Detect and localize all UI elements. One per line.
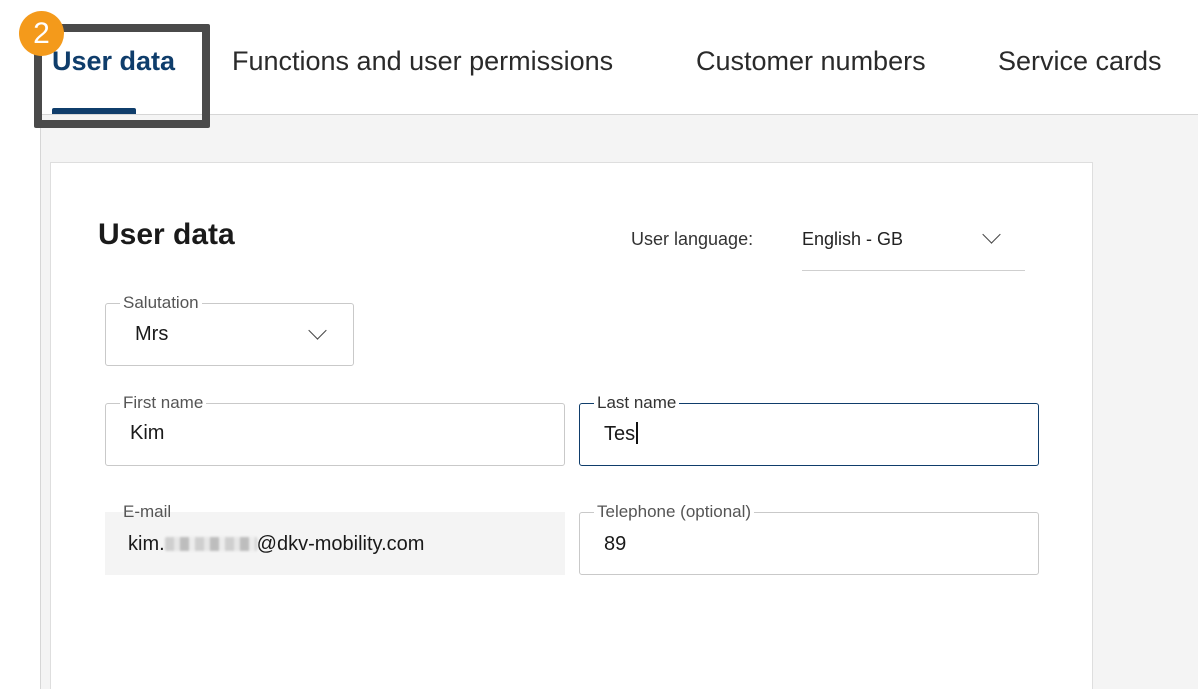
text-cursor — [636, 422, 638, 444]
last-name-field[interactable]: Last name Tes — [579, 393, 1039, 466]
salutation-label: Salutation — [120, 293, 202, 313]
email-label: E-mail — [123, 502, 172, 521]
tab-service-cards[interactable]: Service cards — [998, 44, 1162, 78]
salutation-select[interactable]: Salutation Mrs — [105, 293, 354, 366]
user-language-select[interactable]: English - GB — [802, 215, 1025, 271]
tab-divider — [40, 114, 1198, 115]
user-data-card: User data User language: English - GB Sa… — [50, 162, 1093, 689]
step-number-badge: 2 — [19, 11, 64, 56]
last-name-label: Last name — [594, 393, 680, 413]
chevron-down-icon — [982, 225, 1001, 244]
tab-functions-permissions[interactable]: Functions and user permissions — [232, 44, 613, 78]
email-field: E-mail kim. @dkv-mobility.com — [105, 502, 565, 575]
email-prefix: kim. — [128, 533, 165, 555]
tab-bar: User data Functions and user permissions… — [0, 0, 1198, 115]
redacted-text — [164, 537, 257, 551]
tab-customer-numbers[interactable]: Customer numbers — [696, 44, 926, 78]
email-domain: @dkv-mobility.com — [256, 533, 425, 555]
email-value: kim. @dkv-mobility.com — [128, 533, 424, 556]
chevron-down-icon — [308, 321, 327, 340]
tab-user-data[interactable]: User data — [52, 44, 175, 78]
first-name-field[interactable]: First name Kim — [105, 393, 565, 466]
last-name-value: Tes — [604, 423, 636, 445]
telephone-value: 89 — [604, 533, 627, 555]
salutation-value: Mrs — [135, 323, 169, 345]
last-name-value-wrap: Tes — [604, 422, 638, 446]
section-title: User data — [98, 218, 235, 251]
user-language-label: User language: — [631, 229, 754, 249]
telephone-field[interactable]: Telephone (optional) 89 — [579, 502, 1039, 575]
user-language-value: English - GB — [802, 229, 904, 249]
first-name-label: First name — [120, 393, 207, 413]
telephone-label: Telephone (optional) — [594, 502, 755, 522]
first-name-value: Kim — [130, 422, 165, 444]
